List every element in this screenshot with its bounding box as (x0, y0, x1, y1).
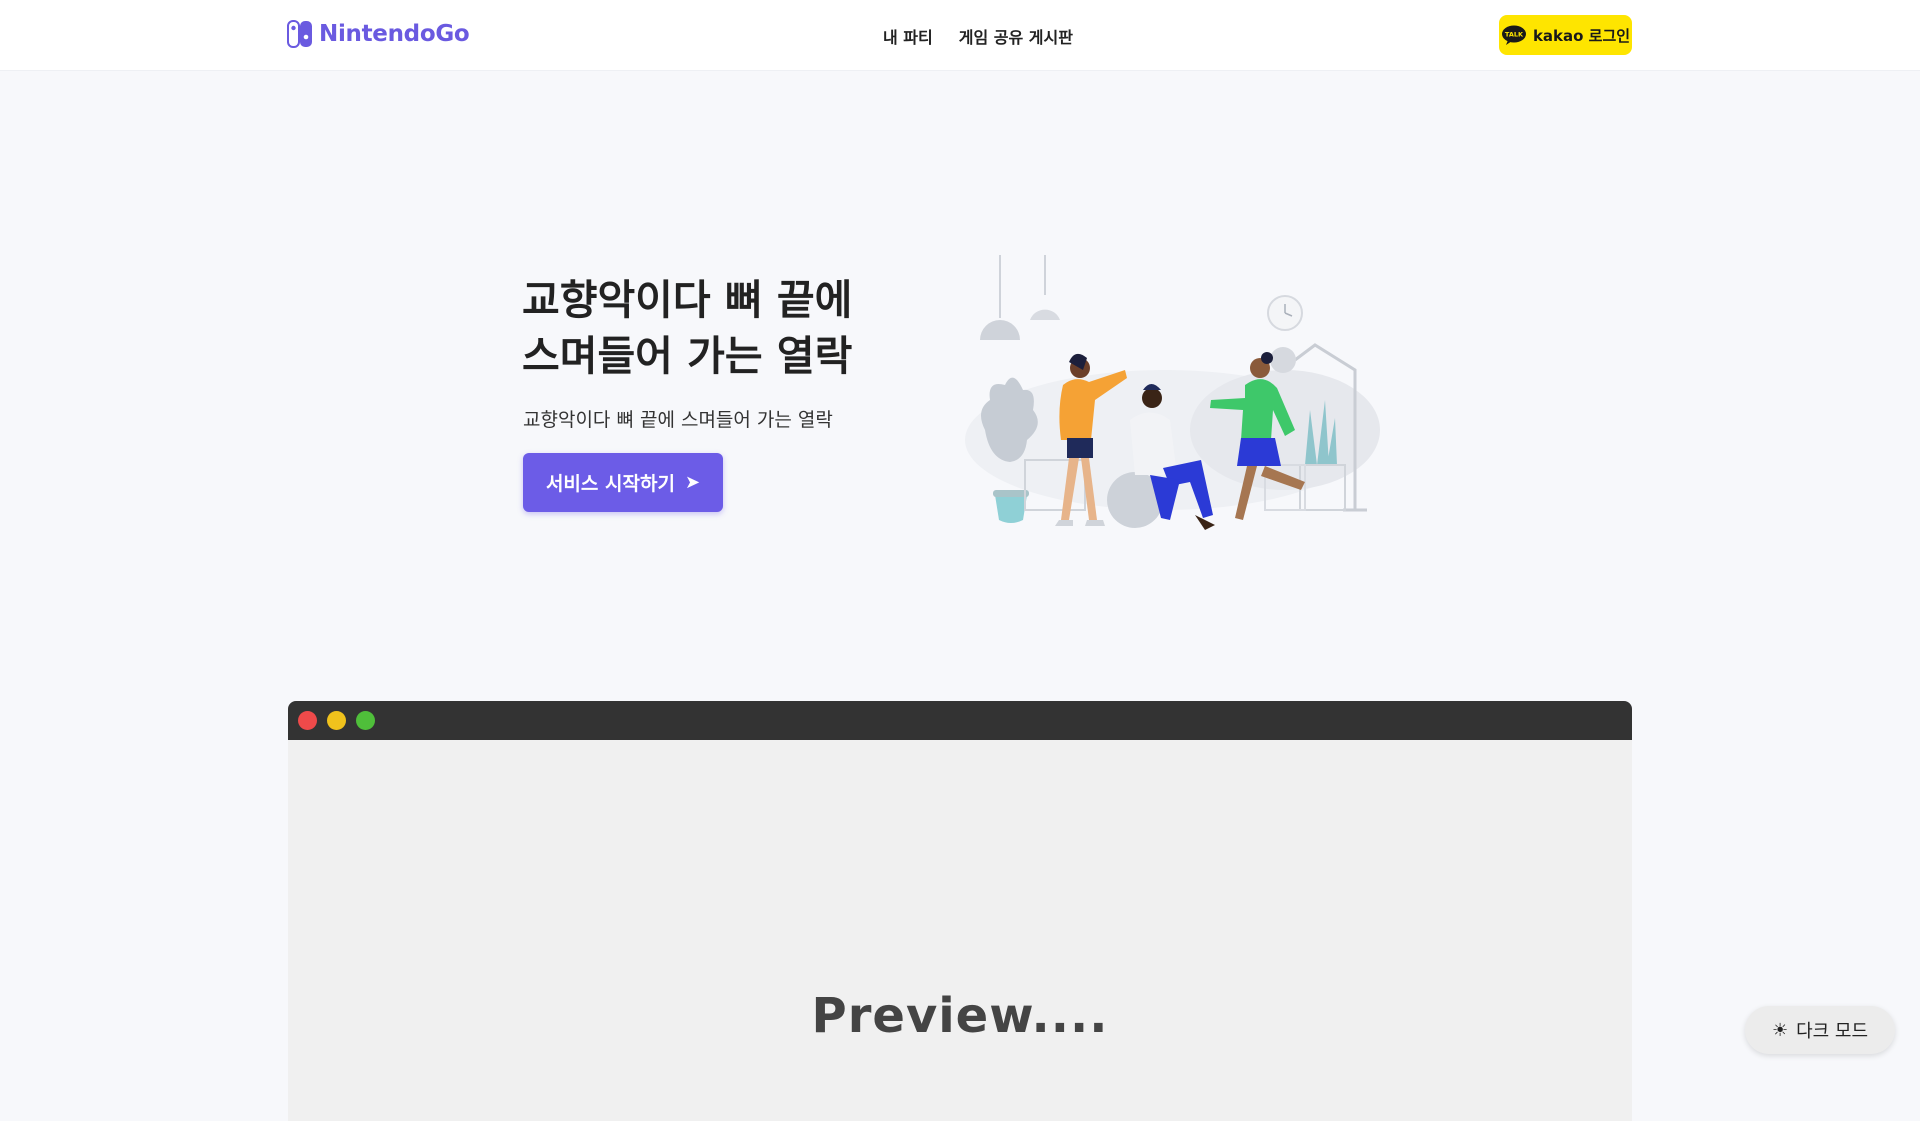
window-title-bar (288, 701, 1632, 740)
preview-placeholder-text: Preview.... (811, 988, 1109, 1044)
hero-title: 교향악이다 뼈 끝에 스며들어 가는 열락 (522, 276, 853, 380)
logo-text: NintendoGo (319, 21, 470, 47)
top-navigation-bar: NintendoGo 내 파티 게임 공유 게시판 TALK kakao 로그인 (0, 0, 1920, 71)
nav-game-share-board[interactable]: 게임 공유 게시판 (959, 24, 1073, 48)
window-maximize-dot (356, 711, 375, 730)
start-service-button[interactable]: 서비스 시작하기 ➤ (523, 453, 723, 512)
kakao-login-button[interactable]: TALK kakao 로그인 (1499, 15, 1632, 55)
main-nav: 내 파티 게임 공유 게시판 (883, 24, 1073, 48)
window-minimize-dot (327, 711, 346, 730)
team-meeting-illustration (965, 255, 1380, 530)
preview-window: Preview.... (288, 701, 1632, 1121)
svg-text:TALK: TALK (1505, 31, 1524, 39)
hero-subtitle: 교향악이다 뼈 끝에 스며들어 가는 열락 (523, 409, 833, 431)
logo[interactable]: NintendoGo (287, 20, 470, 48)
sun-icon: ☀ (1771, 1019, 1789, 1041)
kakao-login-label: kakao 로그인 (1532, 26, 1631, 45)
arrow-right-icon: ➤ (684, 472, 701, 493)
dark-mode-label: 다크 모드 (1796, 1021, 1869, 1042)
start-service-label: 서비스 시작하기 (545, 473, 675, 495)
switch-console-icon (287, 20, 312, 48)
dark-mode-toggle[interactable]: ☀ 다크 모드 (1745, 1006, 1895, 1054)
kakao-talk-icon: TALK (1501, 25, 1526, 45)
nav-my-party[interactable]: 내 파티 (883, 24, 933, 48)
window-close-dot (298, 711, 317, 730)
